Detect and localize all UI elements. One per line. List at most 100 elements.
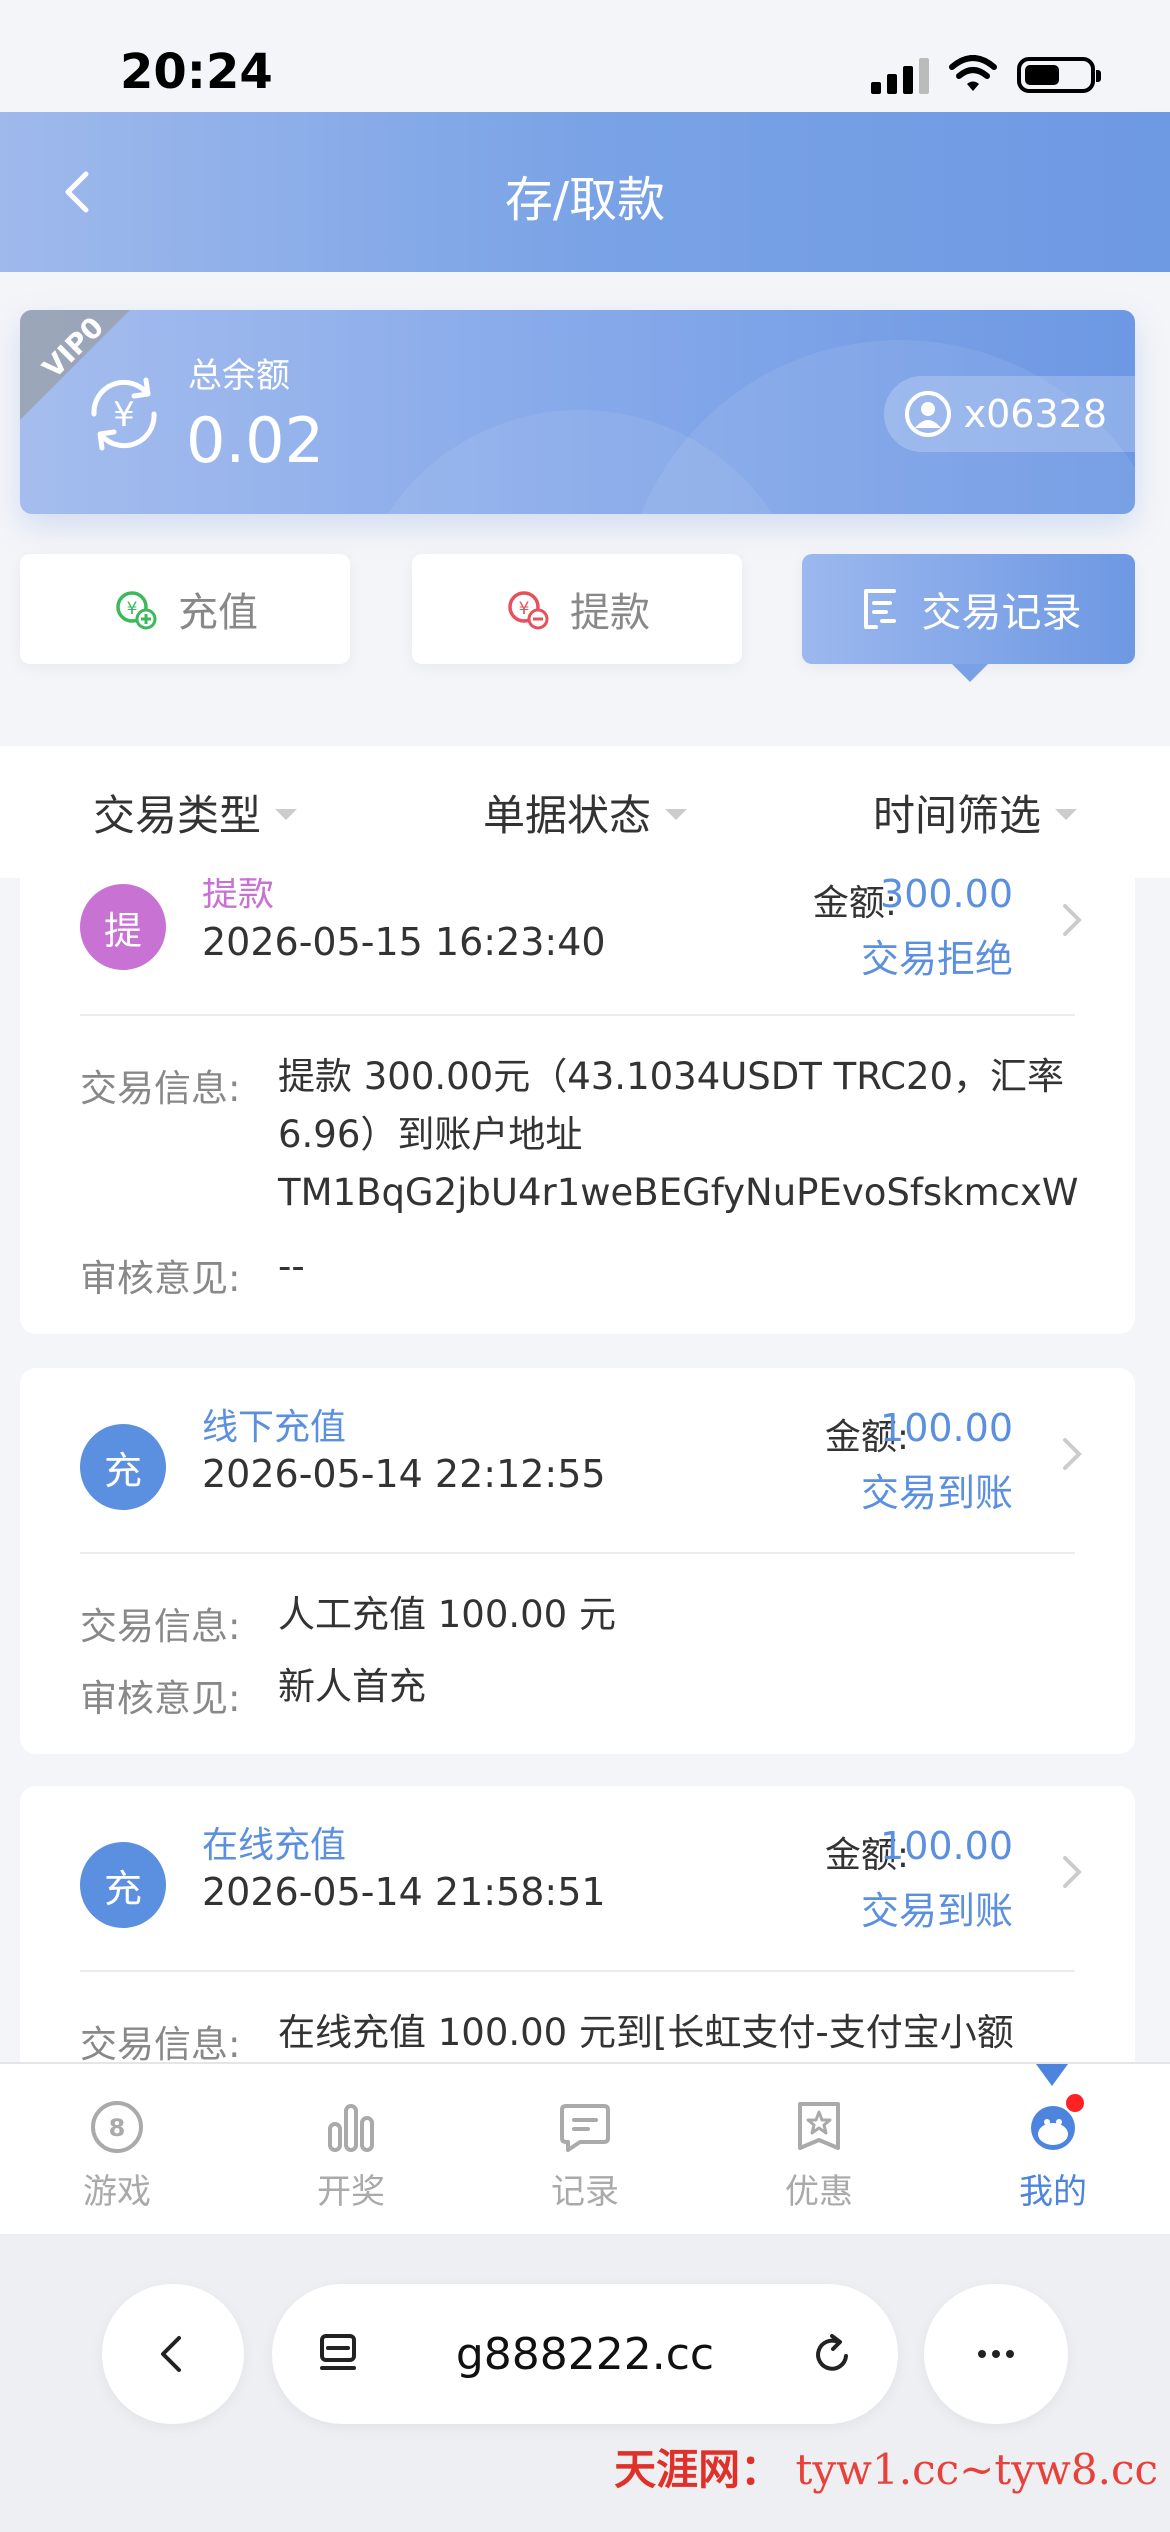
transaction-status: 交易到账 [860,1889,1013,1933]
review-comment: 新人首充 [278,1665,426,1708]
tab-mine[interactable]: 我的 [936,2064,1170,2234]
notification-dot [1066,2094,1084,2112]
review-comment: -- [278,1245,305,1288]
transaction-records-button[interactable]: 交易记录 [802,554,1135,682]
username-pill: x06328 [883,376,1135,452]
transaction-info: 人工充值 100.00 元 [278,1593,616,1636]
action-buttons: ¥ 充值 ¥ 提款 交易记录 [20,554,1135,682]
review-label: 审核意见: [80,1257,241,1300]
browser-back-button[interactable] [102,2284,244,2424]
page-title: 存/取款 [504,172,666,228]
status-bar: 20:24 [0,0,1170,112]
transaction-type-badge: 充 [80,1842,166,1928]
chevron-right-icon [1063,1856,1082,1888]
withdraw-icon: ¥ [508,591,549,630]
message-record-icon [560,2104,610,2152]
svg-text:¥: ¥ [519,599,530,619]
review-label: 审核意见: [80,1677,241,1720]
filter-order-status[interactable]: 单据状态 [390,746,780,878]
divider [80,1014,1075,1016]
tab-label: 开奖 [317,2172,385,2212]
transaction-type: 提款 [202,878,275,914]
filter-label: 单据状态 [482,790,651,840]
tab-label: 优惠 [785,2172,853,2212]
browser-more-button[interactable] [924,2284,1068,2424]
wifi-icon [949,55,997,91]
battery-icon [1017,57,1101,93]
filter-label: 时间筛选 [872,790,1041,840]
total-balance-value: 0.02 [186,404,325,477]
divider [80,1552,1075,1554]
status-time: 20:24 [120,44,273,100]
username: x06328 [963,392,1107,436]
signal-icon [871,56,929,94]
watermark-urls: tyw1.cc~tyw8.cc [795,2445,1158,2494]
withdraw-button[interactable]: ¥ 提款 [412,554,742,664]
info-label: 交易信息: [80,1605,241,1648]
bar-chart-icon [328,2104,374,2152]
transaction-records-label: 交易记录 [921,590,1082,636]
info-label: 交易信息: [80,1067,241,1110]
tab-label: 游戏 [83,2172,151,2212]
transaction-list: 提 提款 2026-05-15 16:23:40 金额: 300.00 交易拒绝… [0,878,1170,2062]
reload-icon[interactable] [808,2330,856,2378]
tab-promotions[interactable]: 优惠 [702,2064,936,2234]
transaction-datetime: 2026-05-14 21:58:51 [202,1870,606,1914]
svg-text:¥: ¥ [127,599,138,619]
exchange-yuan-icon: ¥ [91,377,157,451]
tab-label: 我的 [1019,2172,1087,2212]
transaction-amount: 100.00 [880,1406,1013,1450]
watermark: 天涯网： tyw1.cc~tyw8.cc [614,2436,1158,2497]
deposit-icon: ¥ [116,591,157,630]
transaction-card[interactable]: 充 线下充值 2026-05-14 22:12:55 金额: 100.00 交易… [20,1368,1135,1754]
tab-label: 记录 [551,2172,619,2212]
transaction-status: 交易到账 [860,1471,1013,1515]
tab-records[interactable]: 记录 [468,2064,702,2234]
records-list-icon [863,589,896,629]
promotion-badge-icon [798,2102,840,2150]
transaction-card[interactable]: 提 提款 2026-05-15 16:23:40 金额: 300.00 交易拒绝… [20,878,1135,1334]
filter-time[interactable]: 时间筛选 [780,746,1170,878]
info-label: 交易信息: [80,2023,241,2062]
transaction-card[interactable]: 充 在线充值 2026-05-14 21:58:51 金额: 100.00 交易… [20,1786,1135,2062]
status-icons [871,55,1101,95]
transaction-datetime: 2026-05-14 22:12:55 [202,1452,606,1496]
caret-down-icon [1055,808,1077,820]
divider [80,1970,1075,1972]
lottery-ball-icon: 8 [91,2101,143,2153]
user-avatar-icon [904,391,951,437]
filter-label: 交易类型 [92,790,261,840]
transaction-type: 在线充值 [202,1825,347,1866]
transaction-type-badge: 提 [80,884,166,970]
deposit-label: 充值 [178,590,258,636]
transaction-datetime: 2026-05-15 16:23:40 [202,920,606,964]
transaction-amount: 300.00 [880,878,1013,916]
transaction-type: 线下充值 [202,1407,347,1448]
caret-down-icon [275,808,297,820]
svg-text:¥: ¥ [113,395,135,435]
page-menu-icon[interactable] [314,2330,362,2378]
caret-down-icon [665,808,687,820]
page-header: 存/取款 [0,112,1170,272]
filter-bar: 交易类型 单据状态 时间筛选 [0,746,1170,878]
browser-address-bar[interactable]: g888222.cc [272,2284,898,2424]
transaction-info: 提款 300.00元（43.1034USDT TRC20，汇率6.96）到账户地… [278,1055,1079,1214]
chevron-right-icon [1063,904,1082,936]
transaction-amount: 100.00 [880,1824,1013,1868]
more-dots-icon [978,2350,1014,2358]
transaction-info: 在线充值 100.00 元到[长虹支付-支付宝小额 [278,2011,1014,2054]
active-indicator-icon [1036,2064,1068,2086]
total-balance-label: 总余额 [188,356,290,396]
deposit-button[interactable]: ¥ 充值 [20,554,350,664]
bottom-tab-bar: 8 游戏 开奖 记录 优惠 我的 [0,2062,1170,2234]
withdraw-label: 提款 [570,590,650,636]
browser-url: g888222.cc [455,2328,715,2380]
tab-games[interactable]: 8 游戏 [0,2064,234,2234]
filter-transaction-type[interactable]: 交易类型 [0,746,390,878]
watermark-site: 天涯网： [614,2445,783,2494]
balance-card: VIP0 ¥ 总余额 0.02 x06328 [20,310,1135,514]
tab-draw-results[interactable]: 开奖 [234,2064,468,2234]
svg-text:8: 8 [109,2114,126,2142]
chevron-right-icon [1063,1438,1082,1470]
transaction-type-badge: 充 [80,1424,166,1510]
